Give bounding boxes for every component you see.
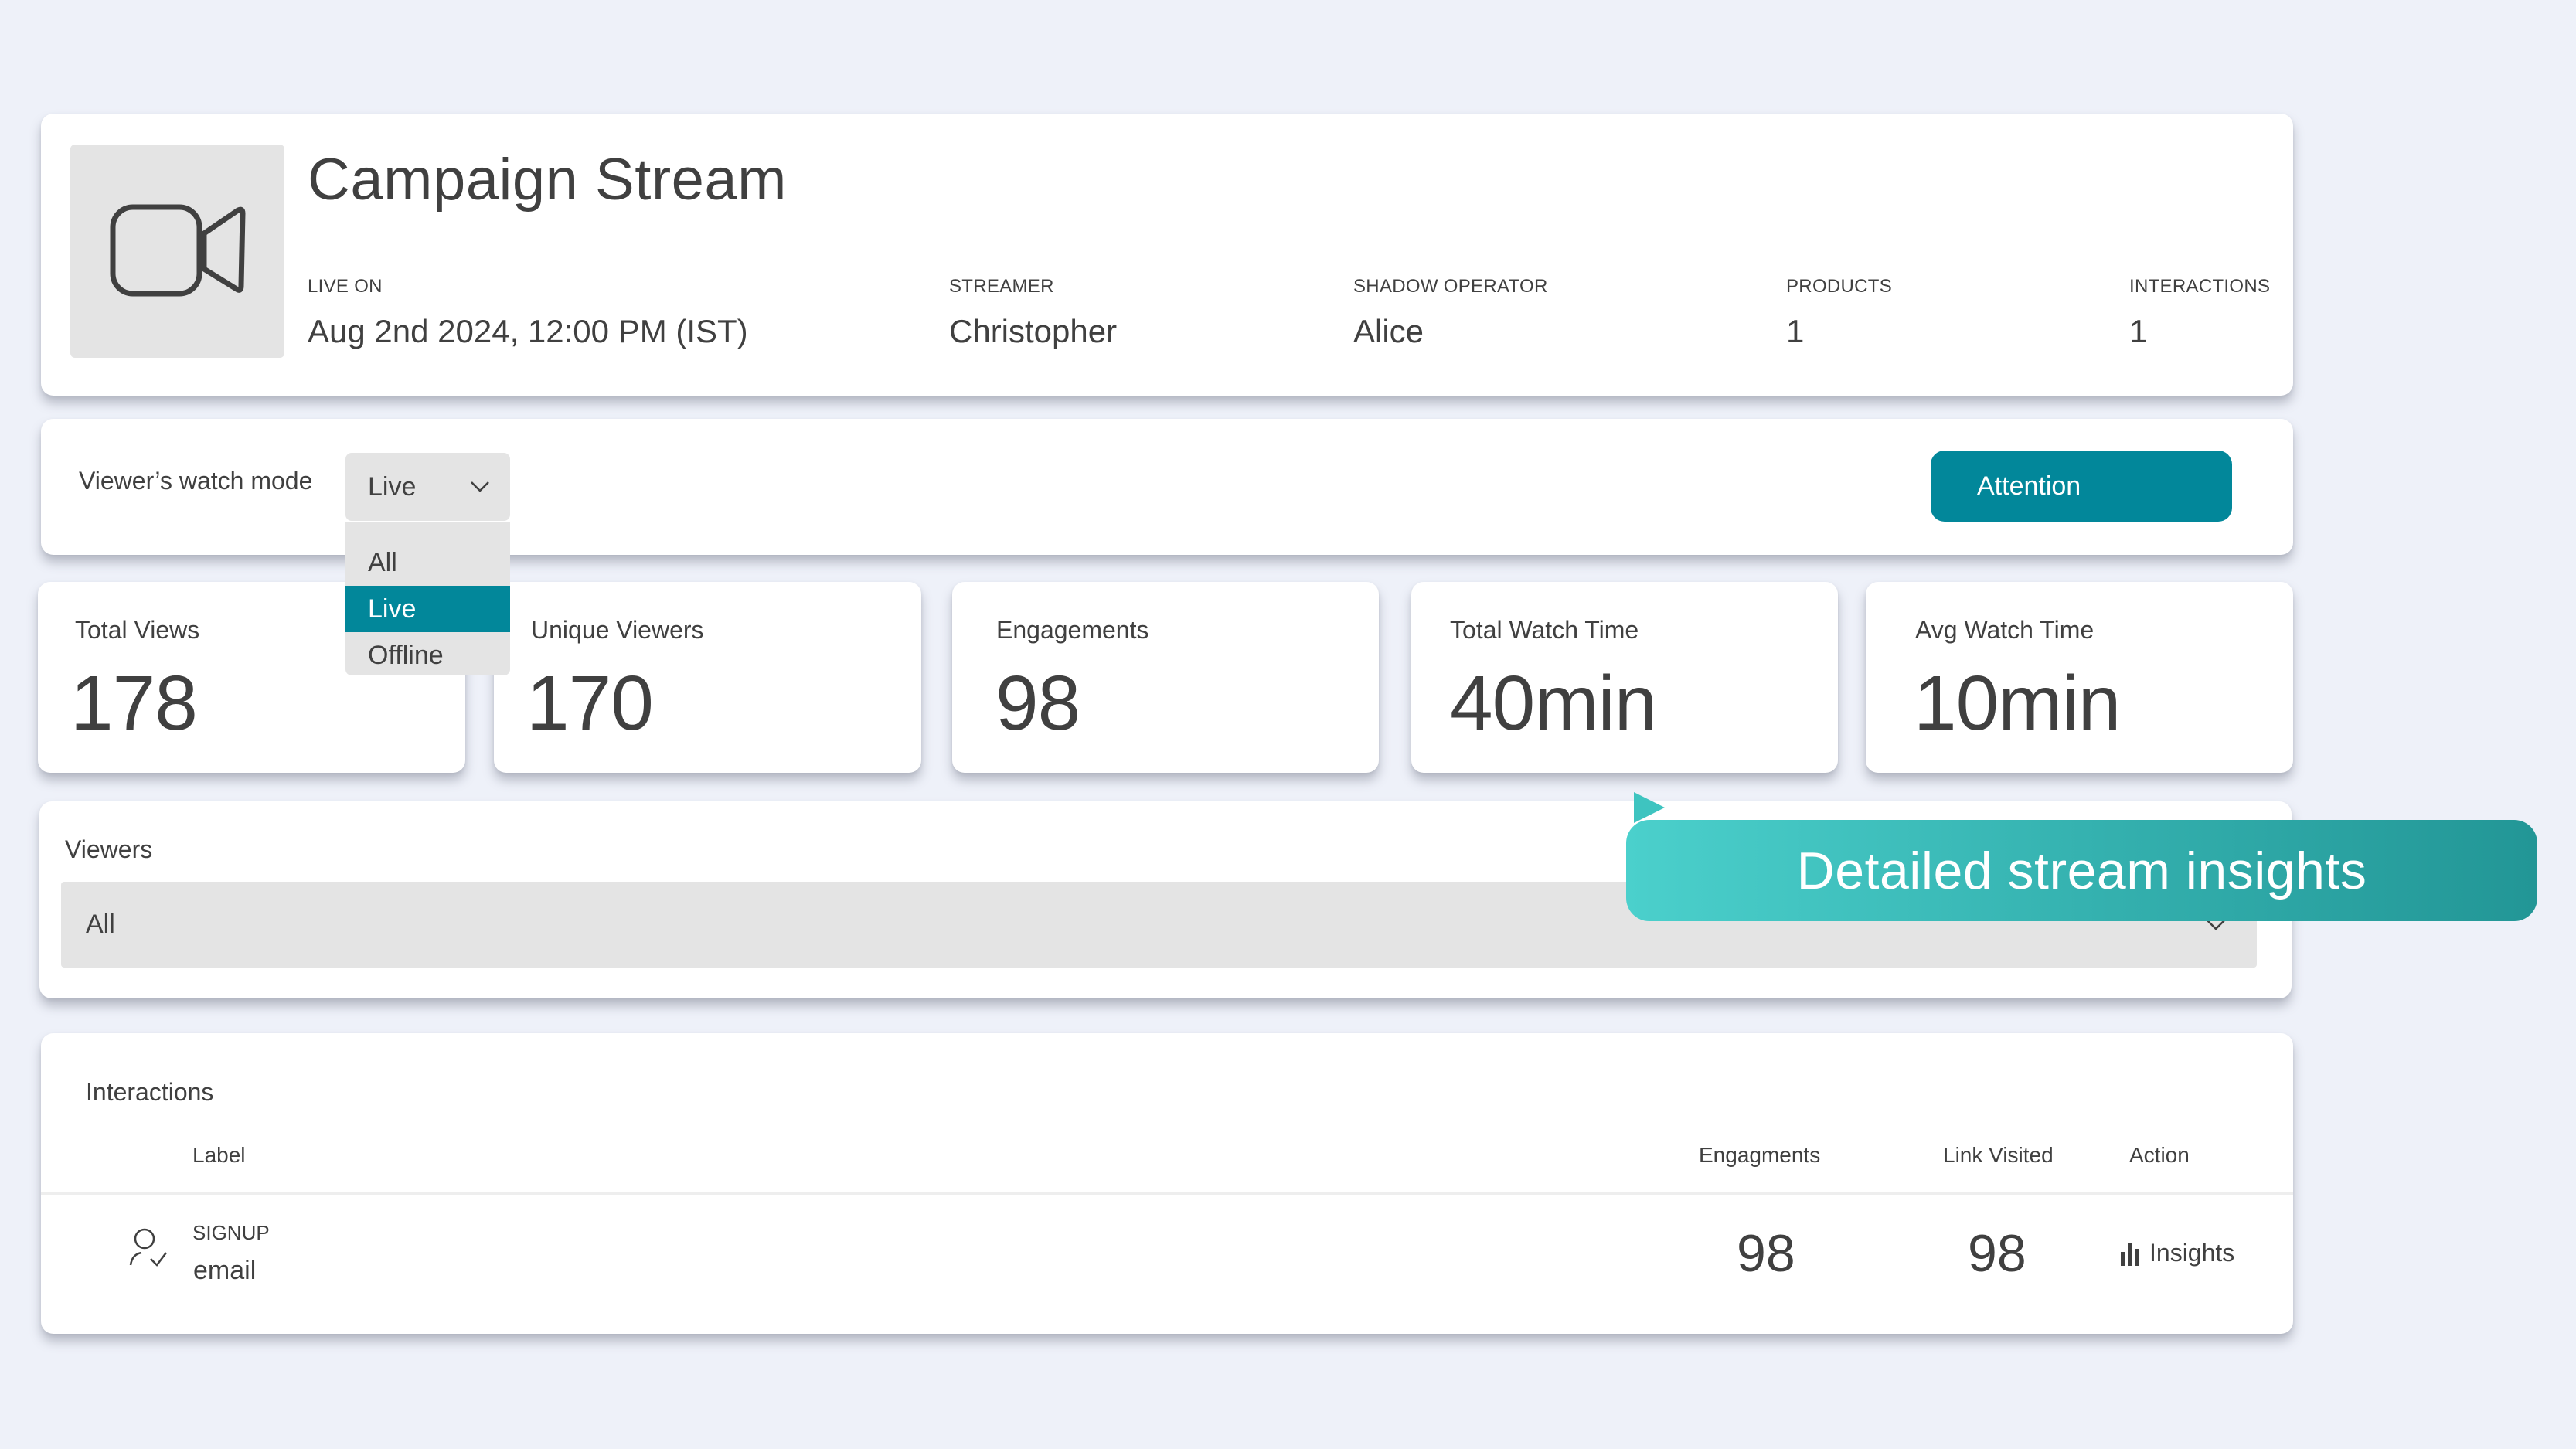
meta-label: SHADOW OPERATOR [1353,276,1548,297]
column-header-engagements: Engagments [1699,1143,1821,1167]
stat-label: Engagements [996,616,1149,644]
user-check-icon [129,1228,167,1267]
watch-mode-option-offline[interactable]: Offline [345,632,510,679]
tooltip-pointer-icon [1634,792,1665,823]
column-header-link-visited: Link Visited [1943,1143,2054,1167]
bar-chart-icon [2121,1242,2139,1266]
interactions-title: Interactions [86,1078,214,1106]
viewers-label: Viewers [65,835,153,863]
interaction-name: email [193,1256,257,1285]
meta-value: Christopher [949,313,1118,349]
watch-mode-option-all[interactable]: All [345,539,510,586]
column-header-action: Action [2129,1143,2190,1167]
watch-mode-selected-value: Live [368,471,417,502]
table-divider [41,1192,2293,1195]
stream-header-card: Campaign Stream LIVE ON Aug 2nd 2024, 12… [41,114,2293,396]
chevron-down-icon [471,481,489,492]
stat-value: 98 [995,660,1080,747]
stat-label: Avg Watch Time [1915,616,2094,644]
stat-value: 10min [1914,660,2121,747]
watch-mode-menu: All Live Offline [345,522,510,675]
interaction-type: SIGNUP [192,1221,270,1244]
meta-value: Aug 2nd 2024, 12:00 PM (IST) [308,313,748,349]
stat-value: 170 [526,660,654,747]
meta-shadow-operator: SHADOW OPERATOR Alice [1353,276,1548,350]
stat-card-total-watch-time: Total Watch Time 40min [1411,582,1838,773]
attention-button[interactable]: Attention [1931,451,2232,522]
watch-mode-label: Viewer’s watch mode [79,467,313,495]
stat-card-unique-viewers: Unique Viewers 170 [494,582,921,773]
stream-title: Campaign Stream [308,147,787,213]
meta-label: INTERACTIONS [2129,276,2271,297]
meta-live-on: LIVE ON Aug 2nd 2024, 12:00 PM (IST) [308,276,748,350]
interactions-card: Interactions Label Engagments Link Visit… [41,1033,2293,1334]
meta-label: STREAMER [949,276,1054,297]
video-camera-icon [110,204,245,297]
meta-label: LIVE ON [308,276,383,297]
stat-label: Unique Viewers [531,616,704,644]
stat-value: 40min [1450,660,1657,747]
interaction-engagements: 98 [1737,1224,1795,1283]
meta-value: 1 [2129,313,2148,349]
stat-card-avg-watch-time: Avg Watch Time 10min [1866,582,2293,773]
meta-products: PRODUCTS 1 [1786,276,1892,350]
column-header-label: Label [192,1143,246,1167]
meta-label: PRODUCTS [1786,276,1893,297]
interaction-link-visited: 98 [1968,1224,2026,1283]
insights-action-label: Insights [2149,1239,2235,1267]
meta-interactions: INTERACTIONS 1 [2129,276,2270,350]
stream-thumbnail [70,145,284,358]
stat-value: 178 [70,660,198,747]
insights-tooltip: Detailed stream insights [1626,820,2537,921]
meta-streamer: STREAMER Christopher [949,276,1117,350]
stat-card-engagements: Engagements 98 [952,582,1379,773]
insights-action-link[interactable]: Insights [2120,1239,2234,1267]
viewers-selected-value: All [86,910,115,939]
meta-value: Alice [1353,313,1424,349]
watch-mode-option-live[interactable]: Live [345,586,510,632]
stat-label: Total Watch Time [1450,616,1639,644]
watch-mode-select[interactable]: Live [345,453,510,521]
meta-value: 1 [1786,313,1805,349]
stat-label: Total Views [75,616,200,644]
